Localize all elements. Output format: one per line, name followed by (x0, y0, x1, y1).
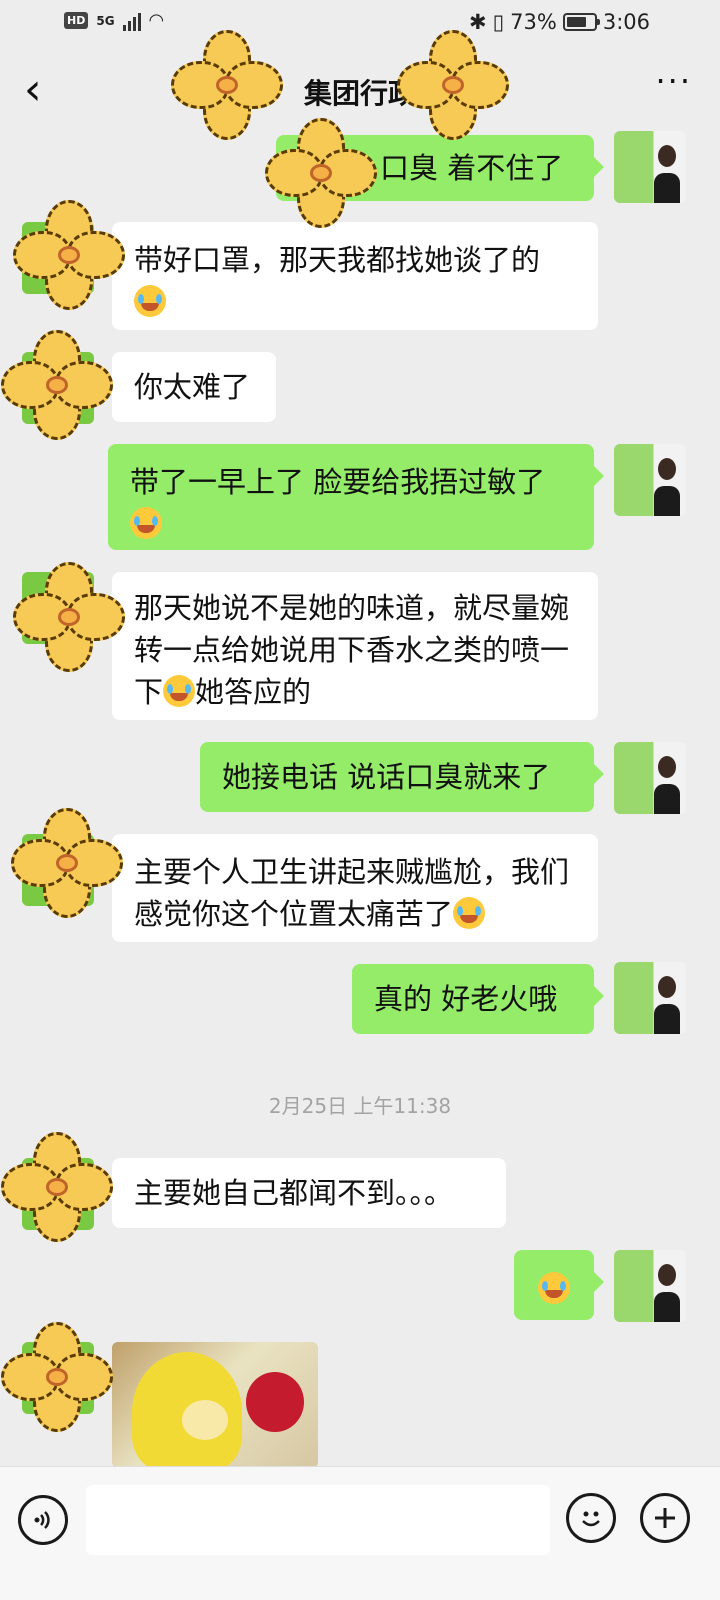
battery-icon (562, 13, 600, 31)
flower-sticker-icon (11, 808, 123, 918)
avatar[interactable] (614, 444, 686, 516)
flower-sticker-icon (397, 30, 509, 140)
avatar[interactable] (614, 962, 686, 1034)
more-dots-icon[interactable]: ··· (655, 62, 692, 100)
message-bubble[interactable]: 那天她说不是她的味道，就尽量婉 转一点给她说用下香水之类的喷一 下她答应的 (102, 572, 598, 720)
message-bubble[interactable]: 你太难了 (102, 352, 276, 422)
crying-laughing-emoji-icon (130, 507, 162, 539)
input-bar (0, 1466, 720, 1600)
message-text: 带了一早上了 脸要给我捂过敏了 (130, 465, 546, 499)
smile-icon[interactable] (566, 1493, 616, 1543)
avatar[interactable] (614, 131, 686, 203)
message-bubble[interactable]: 她接电话 说话口臭就来了 (200, 742, 604, 812)
flower-sticker-icon (1, 330, 113, 440)
flower-sticker-icon (265, 118, 377, 228)
hd-badge: HD (64, 12, 89, 29)
status-bar: HD 5G ◠ ✱ ▯ 73% 3:06 (0, 0, 720, 48)
crying-laughing-emoji-icon (134, 285, 166, 317)
flower-sticker-icon (1, 1132, 113, 1242)
signal-icon (122, 11, 141, 31)
voice-icon[interactable] (18, 1495, 68, 1545)
message-bubble[interactable]: 带好口罩，那天我都找她谈了的 (102, 222, 598, 330)
flower-sticker-icon (1, 1322, 113, 1432)
flower-sticker-icon (13, 200, 125, 310)
message-bubble[interactable]: 主要她自己都闻不到。。。 (102, 1158, 506, 1228)
avatar[interactable] (614, 742, 686, 814)
chat-title: 集团行政 (303, 77, 416, 110)
message-text: 下 (134, 675, 164, 709)
avatar[interactable] (614, 1250, 686, 1322)
message-text: 她答应的 (195, 675, 312, 709)
crying-laughing-emoji-icon (453, 897, 486, 929)
message-bubble[interactable]: 带了一早上了 脸要给我捂过敏了 (108, 444, 604, 550)
teletubbies-sticker[interactable] (112, 1342, 318, 1468)
message-text: 主要个人卫生讲起来贼尴尬，我们 (134, 855, 570, 889)
message-bubble[interactable]: 真的 好老火哦 (352, 964, 604, 1034)
message-text: 感觉你这个位置太痛苦了 (134, 897, 454, 931)
message-bubble[interactable] (514, 1250, 604, 1320)
message-text: 她接电话 说话口臭就来了 (222, 760, 551, 794)
network-type: 5G (96, 13, 115, 28)
message-text: 口臭 着不住了 (380, 151, 564, 185)
plus-icon[interactable] (640, 1493, 690, 1543)
message-text: 主要她自己都闻不到。。。 (134, 1176, 454, 1210)
wifi-icon: ◠ (148, 10, 165, 31)
sad-face-emoji-icon (538, 1272, 570, 1304)
message-text: 转一点给她说用下香水之类的喷一 (134, 633, 570, 667)
message-text: 真的 好老火哦 (374, 982, 558, 1016)
message-input[interactable] (86, 1485, 550, 1555)
clock: 3:06 (602, 10, 650, 34)
flower-sticker-icon (13, 562, 125, 672)
message-bubble[interactable]: 主要个人卫生讲起来贼尴尬，我们 感觉你这个位置太痛苦了 (102, 834, 598, 942)
message-text: 带好口罩，那天我都找她谈了的 (134, 243, 541, 277)
message-text: 你太难了 (134, 370, 251, 404)
battery-percent: 73% (510, 10, 557, 34)
timestamp: 2月25日 上午11:38 (268, 1094, 452, 1118)
crying-laughing-emoji-icon (163, 675, 196, 707)
message-text: 那天她说不是她的味道，就尽量婉 (134, 591, 570, 625)
